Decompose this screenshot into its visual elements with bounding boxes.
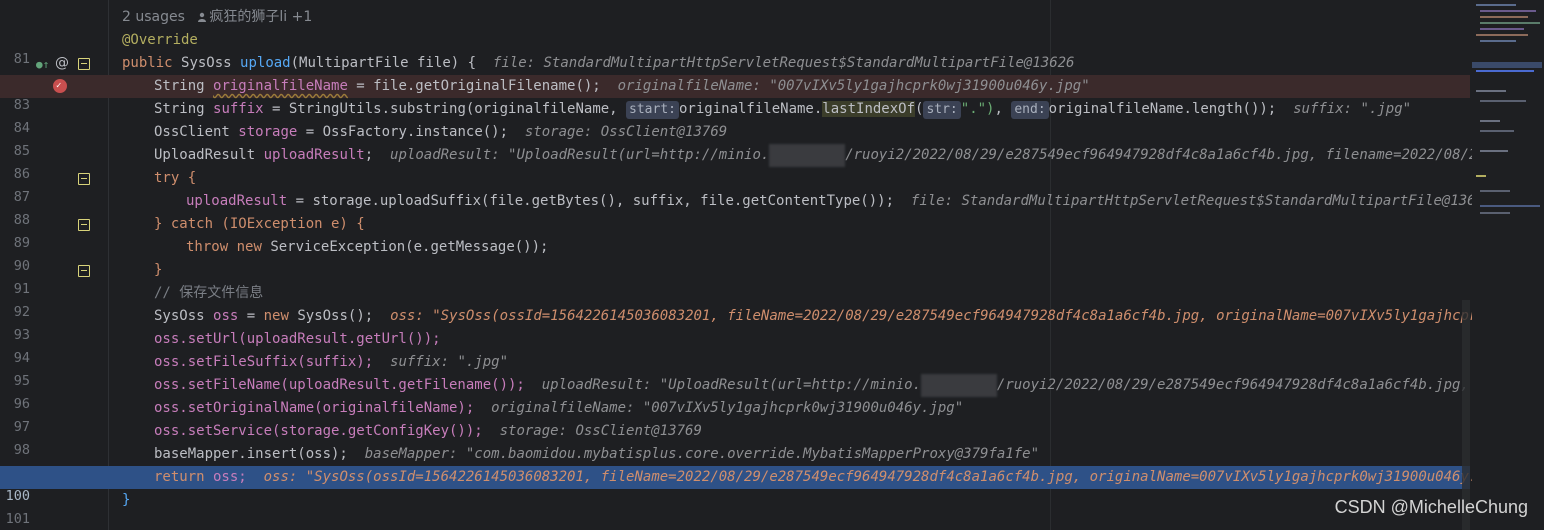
inline-debug-value: suffix: ".jpg" bbox=[390, 354, 509, 370]
fold-icon[interactable] bbox=[78, 265, 90, 277]
at-icon[interactable]: @ bbox=[55, 55, 69, 71]
author-hint[interactable]: 疯狂的狮子li +1 bbox=[197, 9, 312, 25]
inline-debug-value: originalfileName: "007vIXv5ly1gajhcprk0w… bbox=[617, 78, 1090, 94]
minimap[interactable] bbox=[1472, 0, 1544, 530]
code-line-94[interactable]: 94 oss.setUrl(uploadResult.getUrl()); bbox=[0, 328, 1470, 366]
usages-count[interactable]: 2 usages bbox=[122, 9, 185, 25]
fold-icon[interactable] bbox=[78, 58, 90, 70]
code-line-86[interactable]: 86 UploadResult uploadResult; uploadResu… bbox=[0, 144, 1528, 182]
code-line-81[interactable]: 81 @Override bbox=[0, 29, 1470, 67]
code-line-100-current[interactable]: 100 return oss; oss: "SysOss(ossId=15642… bbox=[0, 466, 1536, 504]
vertical-scrollbar[interactable] bbox=[1462, 300, 1470, 530]
author-name: 疯狂的狮子li +1 bbox=[209, 9, 313, 25]
code-line-85[interactable]: 85 OssClient storage = OssFactory.instan… bbox=[0, 121, 1470, 159]
code-line-91[interactable]: 91 } bbox=[0, 259, 1470, 297]
code-editor[interactable]: 2 usages 疯狂的狮子li +1 81 @Override 82 ●↑ @… bbox=[0, 0, 1544, 530]
inline-debug-value: suffix: ".jpg" bbox=[1293, 101, 1412, 117]
code-line-95[interactable]: 95 oss.setFileSuffix(suffix); suffix: ".… bbox=[0, 351, 1470, 389]
code-line-96[interactable]: 96 oss.setFileName(uploadResult.getFilen… bbox=[0, 374, 1528, 412]
inline-debug-value: oss: "SysOss(ossId=1564226145036083201, … bbox=[390, 308, 1537, 324]
code-line-83[interactable]: 83 ✓ String originalfileName = file.getO… bbox=[0, 75, 1470, 113]
code-line-97[interactable]: 97 oss.setOriginalName(originalfileName)… bbox=[0, 397, 1470, 435]
inline-debug-value: oss: "SysOss(ossId=1564226145036083201, … bbox=[263, 469, 1537, 485]
code-line-84[interactable]: 84 String suffix = StringUtils.substring… bbox=[0, 98, 1470, 136]
inline-debug-value: file: StandardMultipartHttpServletReques… bbox=[910, 193, 1493, 209]
code-line-88[interactable]: 88 uploadResult = storage.uploadSuffix(f… bbox=[0, 190, 1493, 228]
breakpoint-icon[interactable]: ✓ bbox=[53, 79, 67, 93]
inline-debug-value: baseMapper: "com.baomidou.mybatisplus.co… bbox=[364, 446, 1040, 462]
inline-debug-value: storage: OssClient@13769 bbox=[499, 423, 702, 439]
code-line-101[interactable]: 101 } bbox=[0, 489, 1470, 527]
redacted-host: xxxxxxxxx bbox=[769, 144, 846, 167]
code-line-89[interactable]: 89 } catch (IOException e) { bbox=[0, 213, 1470, 251]
code-line-87[interactable]: 87 try { bbox=[0, 167, 1470, 205]
inline-debug-value: uploadResult: "UploadResult(url=http://m… bbox=[390, 144, 1528, 167]
code-comment: // 保存文件信息 bbox=[154, 285, 264, 301]
person-icon bbox=[198, 12, 207, 22]
inline-debug-value: file: StandardMultipartHttpServletReques… bbox=[492, 55, 1075, 71]
fold-icon[interactable] bbox=[78, 173, 90, 185]
code-line-102[interactable]: 102 bbox=[0, 512, 1470, 530]
inline-debug-value: uploadResult: "UploadResult(url=http://m… bbox=[542, 374, 1528, 397]
param-hint-str: str: bbox=[923, 101, 961, 119]
code-line-93[interactable]: 93 SysOss oss = new SysOss(); oss: "SysO… bbox=[0, 305, 1537, 343]
override-up-icon[interactable]: ●↑ bbox=[36, 58, 49, 71]
usages-hint[interactable]: 2 usages 疯狂的狮子li +1 bbox=[122, 6, 312, 28]
watermark: CSDN @MichelleChung bbox=[1334, 497, 1528, 517]
code-line-92[interactable]: 92 // 保存文件信息 bbox=[0, 282, 1470, 320]
code-line-99[interactable]: 99 baseMapper.insert(oss); baseMapper: "… bbox=[0, 443, 1470, 481]
param-hint-end: end: bbox=[1011, 101, 1049, 119]
code-line-90[interactable]: 90 throw new ServiceException(e.getMessa… bbox=[0, 236, 1470, 274]
code-line-98[interactable]: 98 oss.setService(storage.getConfigKey()… bbox=[0, 420, 1470, 458]
redacted-host: xxxxxxxxx bbox=[921, 374, 997, 397]
annotation: @Override bbox=[122, 32, 198, 48]
inline-debug-value: storage: OssClient@13769 bbox=[524, 124, 728, 140]
code-line-82[interactable]: 82 ●↑ @ public SysOss upload(MultipartFi… bbox=[0, 52, 1470, 90]
inline-debug-value: originalfileName: "007vIXv5ly1gajhcprk0w… bbox=[491, 400, 964, 416]
param-hint-start: start: bbox=[626, 101, 679, 119]
fold-icon[interactable] bbox=[78, 219, 90, 231]
